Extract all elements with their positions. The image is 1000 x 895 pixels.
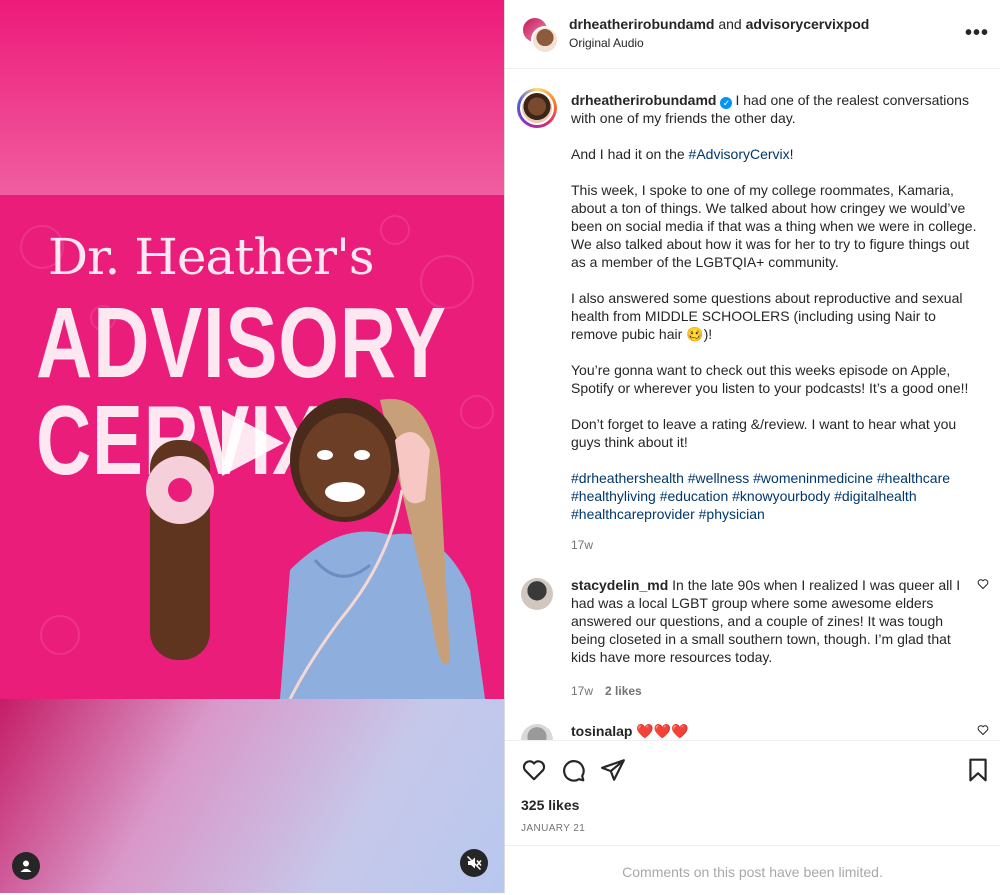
- comment-avatar[interactable]: [521, 724, 553, 740]
- comment-likes[interactable]: 2 likes: [605, 684, 642, 698]
- verified-badge-icon: ✓: [720, 97, 733, 109]
- caption-username[interactable]: drheatherirobundamd: [571, 92, 716, 108]
- hashtag[interactable]: #education: [660, 488, 729, 504]
- hashtag[interactable]: #drheathershealth: [571, 470, 684, 486]
- caption-hashtags: #drheathershealth #wellness #womeninmedi…: [571, 469, 986, 523]
- play-icon[interactable]: [222, 410, 284, 476]
- comments-limited-notice: Comments on this post have been limited.: [622, 864, 883, 880]
- collab-names: drheatherirobundamd and advisorycervixpo…: [569, 16, 869, 32]
- caption-p5: You’re gonna want to check out this week…: [571, 362, 969, 396]
- hashtag[interactable]: #healthcareprovider: [571, 506, 695, 522]
- share-icon[interactable]: [600, 757, 626, 783]
- caption-p6: Don’t forget to leave a rating &/review.…: [571, 416, 957, 450]
- hashtag[interactable]: #healthyliving: [571, 488, 656, 504]
- header-username-primary[interactable]: drheatherirobundamd: [569, 16, 714, 32]
- post-media[interactable]: Dr. Heather's ADVISORY CERVIX: [0, 0, 504, 893]
- cover-title-script: Dr. Heather's: [48, 228, 374, 286]
- post-caption: drheatherirobundamd ✓ I had one of the rea…: [571, 91, 986, 541]
- avatar-drheatherirobundamd[interactable]: [531, 26, 559, 54]
- caption-p2-after: !: [789, 146, 794, 162]
- like-icon[interactable]: [521, 757, 547, 783]
- tagged-user-icon[interactable]: [12, 852, 40, 880]
- host-illustration: [146, 398, 485, 699]
- comment-username[interactable]: stacydelin_md: [571, 577, 668, 593]
- media-blur-top: [0, 0, 504, 195]
- media-blur-bottom: [0, 699, 504, 893]
- hashtag[interactable]: #knowyourbody: [732, 488, 830, 504]
- hashtag[interactable]: #physician: [699, 506, 765, 522]
- comment-body: tosinalap ❤️❤️❤️: [571, 722, 963, 740]
- likes-count[interactable]: 325 likes: [521, 797, 579, 813]
- caption-p4: I also answered some questions about rep…: [571, 290, 963, 342]
- comments-scroll-area[interactable]: drheatherirobundamd ✓ I had one of the rea…: [505, 69, 1000, 740]
- header-and-text: and: [718, 16, 742, 32]
- post-date[interactable]: JANUARY 21: [521, 823, 585, 834]
- caption-avatar[interactable]: [517, 88, 557, 128]
- caption-timestamp[interactable]: 17w: [571, 538, 593, 552]
- post-header: drheatherirobundamd and advisorycervixpo…: [505, 0, 1000, 69]
- comment-text: ❤️❤️❤️: [636, 723, 689, 739]
- hashtag[interactable]: #healthcare: [877, 470, 950, 486]
- caption-p3: This week, I spoke to one of my college …: [571, 182, 977, 270]
- hashtag[interactable]: #womeninmedicine: [753, 470, 873, 486]
- post-sidebar: drheatherirobundamd and advisorycervixpo…: [505, 0, 1000, 894]
- audio-link[interactable]: Original Audio: [569, 36, 644, 50]
- more-options-icon[interactable]: •••: [965, 22, 989, 45]
- post-actions: 325 likes JANUARY 21 Comments on this po…: [505, 740, 1000, 894]
- save-icon[interactable]: [965, 757, 991, 783]
- comment-like-icon[interactable]: [977, 724, 989, 739]
- audio-muted-icon[interactable]: [460, 849, 488, 877]
- hashtag-advisorycervix[interactable]: #AdvisoryCervix: [689, 146, 790, 162]
- caption-p2-before: And I had it on the: [571, 146, 689, 162]
- header-username-secondary[interactable]: advisorycervixpod: [746, 16, 870, 32]
- hashtag[interactable]: #digitalhealth: [834, 488, 917, 504]
- comment-body: stacydelin_md In the late 90s when I rea…: [571, 576, 963, 666]
- comment-avatar[interactable]: [521, 578, 553, 610]
- collab-avatars[interactable]: [521, 16, 561, 56]
- comment-meta: 17w 2 likes: [571, 684, 642, 698]
- comment-username[interactable]: tosinalap: [571, 723, 632, 739]
- comment-icon[interactable]: [560, 757, 586, 783]
- hashtag[interactable]: #wellness: [688, 470, 749, 486]
- comment-like-icon[interactable]: [977, 578, 989, 593]
- comment-limit-bar: Comments on this post have been limited.: [505, 845, 1000, 895]
- comment-timestamp[interactable]: 17w: [571, 684, 593, 698]
